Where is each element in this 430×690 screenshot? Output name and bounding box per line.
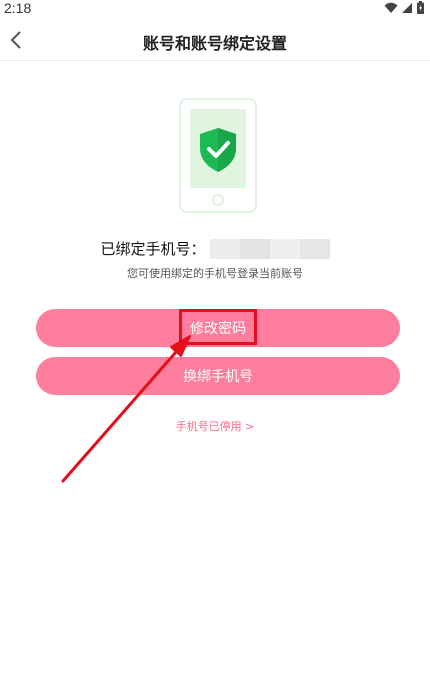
nav-bar: 账号和账号绑定设置 — [0, 20, 430, 61]
bound-phone-label: 已绑定手机号： — [100, 240, 206, 258]
masked-phone-number — [209, 238, 330, 259]
login-hint-text: 您可使用绑定的手机号登录当前账号 — [127, 267, 303, 280]
phone-shield-illustration — [179, 98, 257, 213]
status-bar: 2:18 — [0, 0, 430, 18]
annotation-highlight-box — [179, 309, 257, 345]
bound-phone-row: 已绑定手机号： — [0, 238, 430, 259]
rebind-phone-label: 换绑手机号 — [183, 369, 253, 385]
phone-disabled-link[interactable]: 手机号已停用 > — [0, 418, 430, 434]
status-time: 2:18 — [4, 0, 32, 16]
page-title: 账号和账号绑定设置 — [142, 34, 287, 53]
signal-icon — [402, 2, 412, 13]
status-icons — [384, 1, 424, 14]
rebind-phone-button[interactable]: 换绑手机号 — [36, 357, 400, 395]
wifi-icon — [384, 2, 398, 13]
battery-icon — [417, 1, 424, 14]
